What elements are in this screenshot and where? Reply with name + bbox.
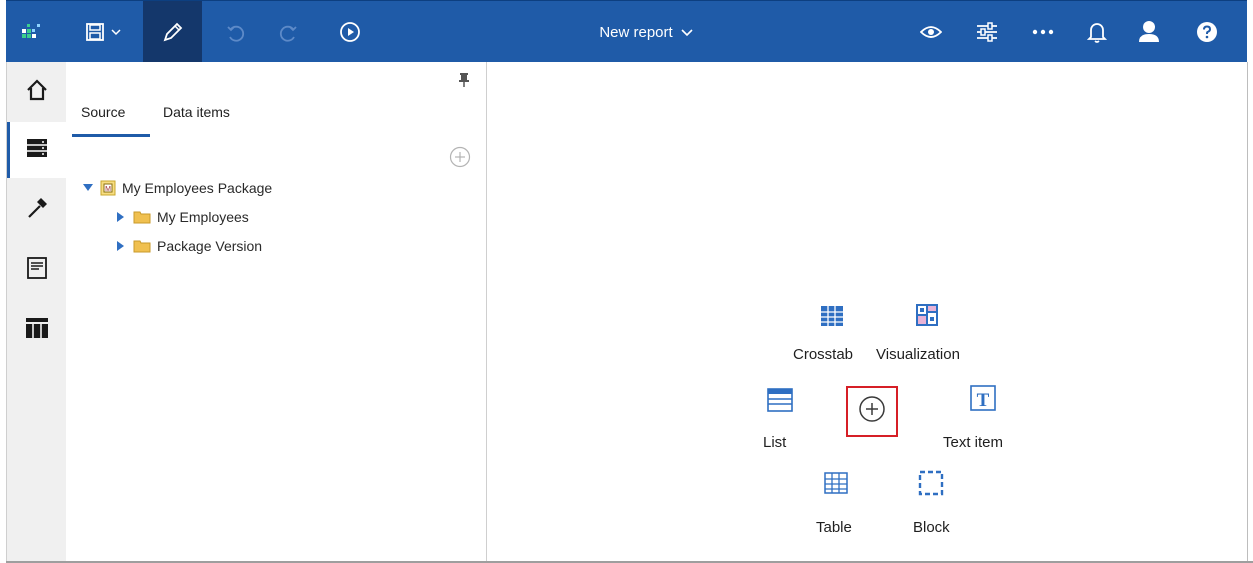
more-button[interactable]: [1022, 1, 1064, 63]
list-tool-icon[interactable]: [767, 388, 793, 417]
chevron-down-icon: [111, 28, 121, 36]
svg-text:T: T: [977, 390, 990, 411]
app-window: New report Source Data items M My Employ…: [6, 0, 1253, 563]
notifications-button[interactable]: [1076, 1, 1118, 63]
list-tool-label[interactable]: List: [763, 434, 786, 451]
rail-page-layers-button[interactable]: [7, 302, 66, 358]
edit-pencil-icon: [161, 20, 185, 44]
folder-icon: [133, 239, 151, 253]
left-navigation-rail: [6, 62, 67, 563]
preview-eye-icon: [920, 24, 942, 40]
page-title: New report: [599, 23, 673, 41]
collapsed-caret-icon[interactable]: [115, 241, 127, 251]
undo-icon: [225, 21, 247, 43]
tree-item-label: Package Version: [157, 238, 263, 254]
rail-report-pages-button[interactable]: [7, 242, 66, 298]
report-canvas[interactable]: Crosstab Visualization T List Text item …: [487, 62, 1248, 563]
crosstab-tool-label[interactable]: Crosstab: [793, 346, 853, 363]
table-tool-label[interactable]: Table: [816, 519, 852, 536]
add-source-icon[interactable]: [449, 146, 471, 173]
active-tab-indicator: [72, 134, 150, 137]
pin-icon[interactable]: [458, 72, 470, 93]
user-icon: [1138, 20, 1160, 44]
add-circle-icon: [858, 395, 886, 428]
edit-mode-button[interactable]: [143, 1, 202, 63]
visualization-tool-icon[interactable]: [915, 303, 939, 332]
run-report-button[interactable]: [330, 1, 370, 63]
tree-item-folder[interactable]: My Employees: [115, 209, 249, 225]
rail-toolbox-button[interactable]: [7, 182, 66, 238]
text-item-tool-icon[interactable]: T: [970, 385, 996, 416]
add-object-button[interactable]: [846, 386, 898, 437]
block-tool-label[interactable]: Block: [913, 519, 950, 536]
chevron-down-icon: [673, 24, 693, 41]
rail-data-source-button[interactable]: [7, 122, 67, 178]
toolbox-hammer-icon: [25, 196, 49, 225]
notifications-bell-icon: [1087, 20, 1107, 44]
redo-icon: [277, 21, 299, 43]
svg-text:M: M: [105, 186, 111, 193]
tree-item-folder[interactable]: Package Version: [115, 238, 262, 254]
tab-data-items[interactable]: Data items: [163, 104, 230, 120]
data-source-icon: [26, 137, 48, 164]
source-panel: Source Data items M My Employees Package…: [66, 62, 487, 563]
top-toolbar: New report: [6, 0, 1247, 63]
undo-button[interactable]: [216, 1, 256, 63]
home-icon: [25, 78, 49, 107]
user-menu-button[interactable]: [1128, 1, 1170, 63]
help-icon: [1196, 21, 1218, 43]
visualization-tool-label[interactable]: Visualization: [876, 346, 960, 363]
save-icon: [85, 22, 105, 42]
text-item-tool-label[interactable]: Text item: [943, 434, 1003, 451]
folder-icon: [133, 210, 151, 224]
redo-button[interactable]: [268, 1, 308, 63]
tree-item-label: My Employees Package: [122, 180, 273, 196]
preview-button[interactable]: [910, 1, 952, 63]
more-icon: [1032, 29, 1054, 35]
package-icon: M: [100, 180, 116, 196]
report-title-dropdown[interactable]: New report: [566, 1, 726, 63]
save-button[interactable]: [76, 1, 130, 63]
tree-item-label: My Employees: [157, 209, 249, 225]
collapsed-caret-icon[interactable]: [115, 212, 127, 222]
run-play-icon: [339, 21, 361, 43]
properties-button[interactable]: [966, 1, 1008, 63]
expanded-caret-icon[interactable]: [82, 184, 94, 192]
app-grid-logo-icon[interactable]: [6, 1, 56, 63]
rail-home-button[interactable]: [7, 64, 66, 120]
report-page-icon: [26, 256, 47, 284]
table-tool-icon[interactable]: [824, 472, 848, 499]
block-tool-icon[interactable]: [918, 470, 944, 501]
sliders-icon: [976, 22, 998, 42]
help-button[interactable]: [1186, 1, 1228, 63]
tree-item-package[interactable]: M My Employees Package: [82, 180, 272, 196]
tab-source[interactable]: Source: [81, 104, 125, 120]
crosstab-tool-icon[interactable]: [820, 305, 844, 332]
pages-layout-icon: [25, 317, 49, 344]
